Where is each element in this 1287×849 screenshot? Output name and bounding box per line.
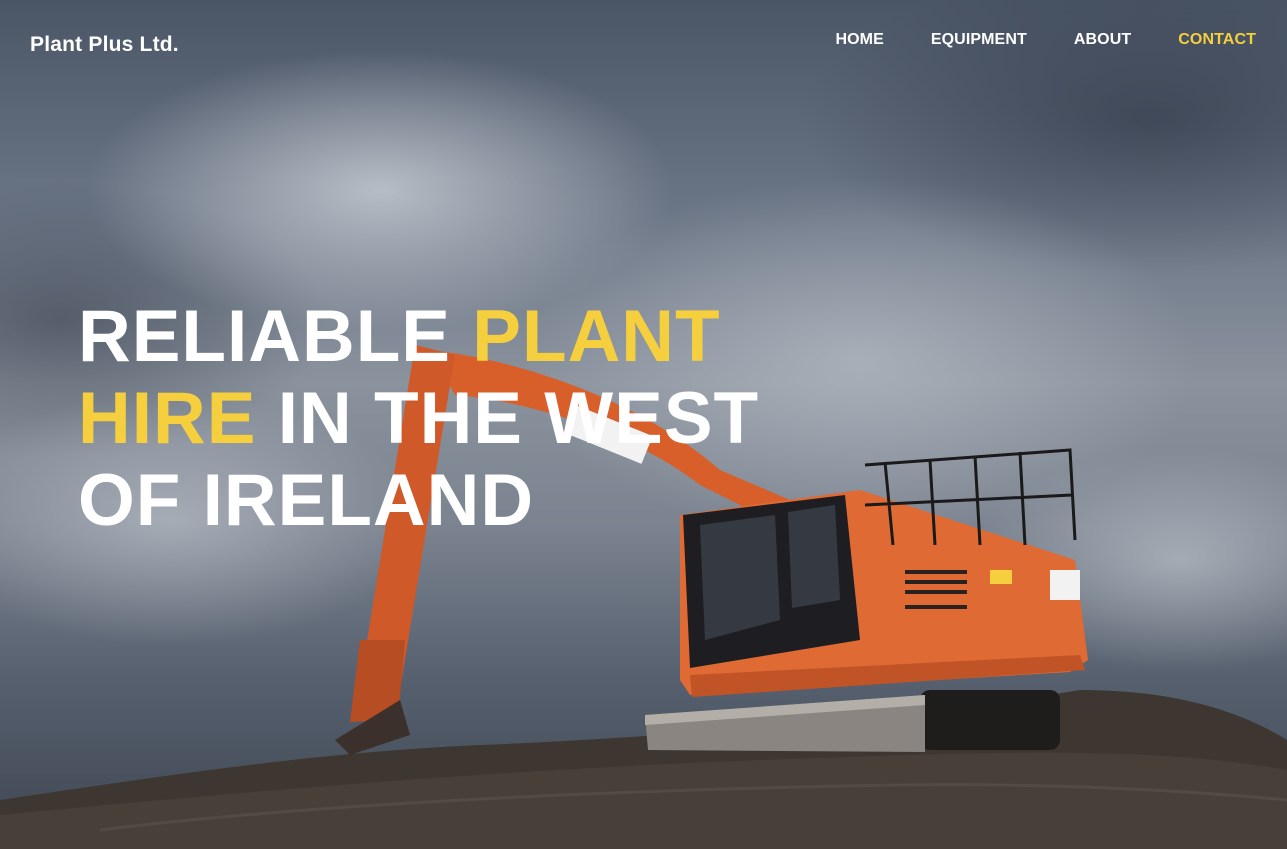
hero-section: Plant Plus Ltd. HOME EQUIPMENT ABOUT CON… — [0, 0, 1287, 849]
headline-text: RELIABLE — [78, 296, 473, 377]
headline-text: OF IRELAND — [78, 460, 535, 541]
nav-menu: HOME EQUIPMENT ABOUT CONTACT — [788, 31, 1256, 49]
brand-logo[interactable]: Plant Plus Ltd. — [30, 33, 179, 57]
nav-link-equipment[interactable]: EQUIPMENT — [931, 31, 1027, 49]
headline-accent-text: HIRE — [78, 378, 257, 459]
headline-text: IN THE WEST — [256, 378, 760, 459]
hero-headline: RELIABLE PLANT HIRE IN THE WEST OF IRELA… — [78, 296, 778, 542]
headline-line-2: HIRE IN THE WEST — [78, 378, 778, 460]
nav-link-home[interactable]: HOME — [835, 31, 883, 49]
nav-link-contact[interactable]: CONTACT — [1178, 31, 1256, 49]
headline-line-1: RELIABLE PLANT — [78, 296, 778, 378]
nav-link-about[interactable]: ABOUT — [1074, 31, 1131, 49]
top-navigation: Plant Plus Ltd. HOME EQUIPMENT ABOUT CON… — [0, 0, 1287, 90]
headline-line-3: OF IRELAND — [78, 460, 778, 542]
headline-accent-text: PLANT — [472, 296, 721, 377]
excavator-tracks — [920, 690, 1060, 750]
